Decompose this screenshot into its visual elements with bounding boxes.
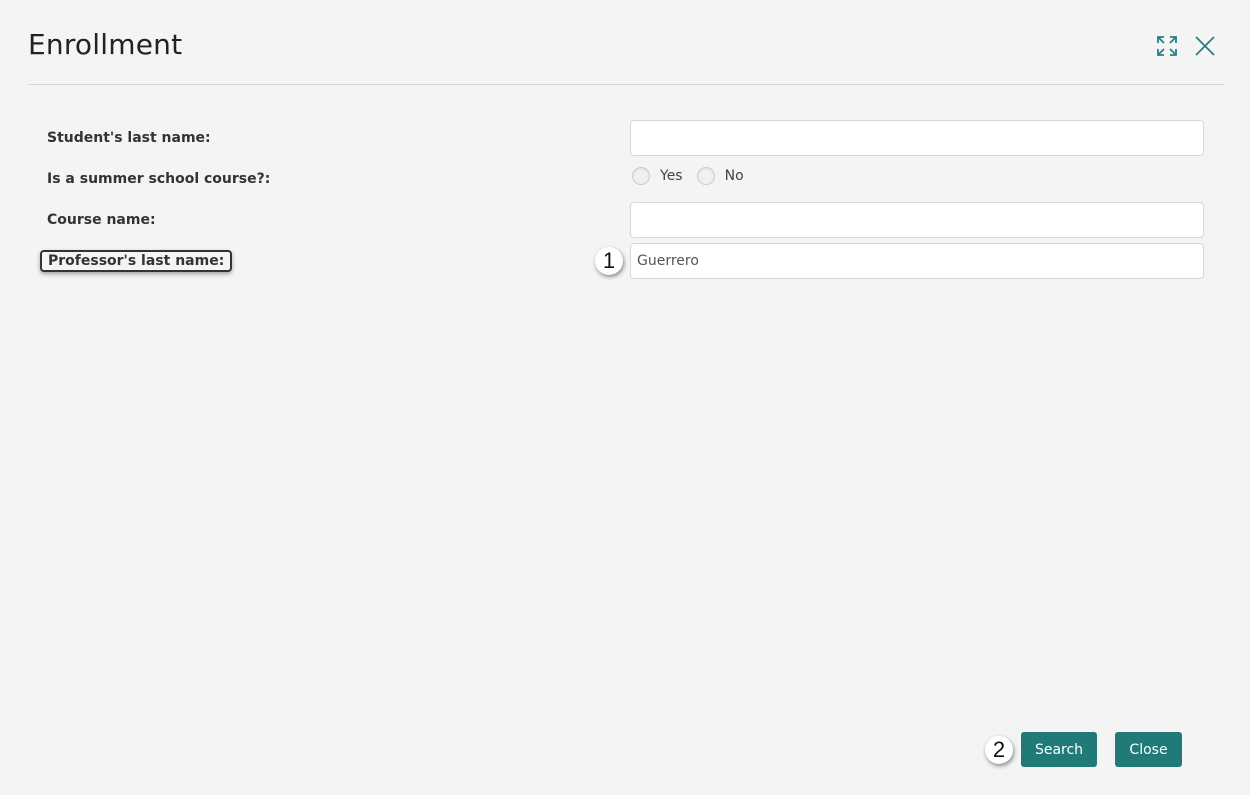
enrollment-dialog: Enrollment Student's last name: Is a sum…: [0, 0, 1250, 795]
dialog-title: Enrollment: [28, 28, 183, 61]
expand-button[interactable]: [1153, 32, 1181, 60]
search-button[interactable]: Search: [1021, 732, 1097, 767]
header-divider: [28, 84, 1224, 85]
professor-last-name-label: Professor's last name:: [40, 250, 233, 272]
summer-school-no-radio[interactable]: [696, 167, 715, 185]
student-last-name-input[interactable]: [630, 120, 1204, 156]
course-name-input[interactable]: [630, 202, 1204, 238]
professor-last-name-input[interactable]: [630, 243, 1204, 279]
summer-school-label: Is a summer school course?:: [47, 171, 271, 187]
close-dialog-button[interactable]: [1191, 32, 1219, 60]
close-button[interactable]: Close: [1115, 732, 1182, 767]
summer-school-yes-label[interactable]: Yes: [660, 168, 683, 184]
summer-school-radio-group: Yes No: [632, 165, 758, 187]
expand-icon: [1157, 36, 1177, 56]
annotation-badge-2: 2: [985, 736, 1013, 764]
close-icon: [1195, 36, 1215, 56]
summer-school-no-label[interactable]: No: [725, 168, 744, 184]
annotation-badge-1: 1: [595, 247, 623, 275]
summer-school-yes-radio[interactable]: [632, 167, 650, 185]
student-last-name-label: Student's last name:: [47, 130, 211, 146]
course-name-label: Course name:: [47, 212, 156, 228]
